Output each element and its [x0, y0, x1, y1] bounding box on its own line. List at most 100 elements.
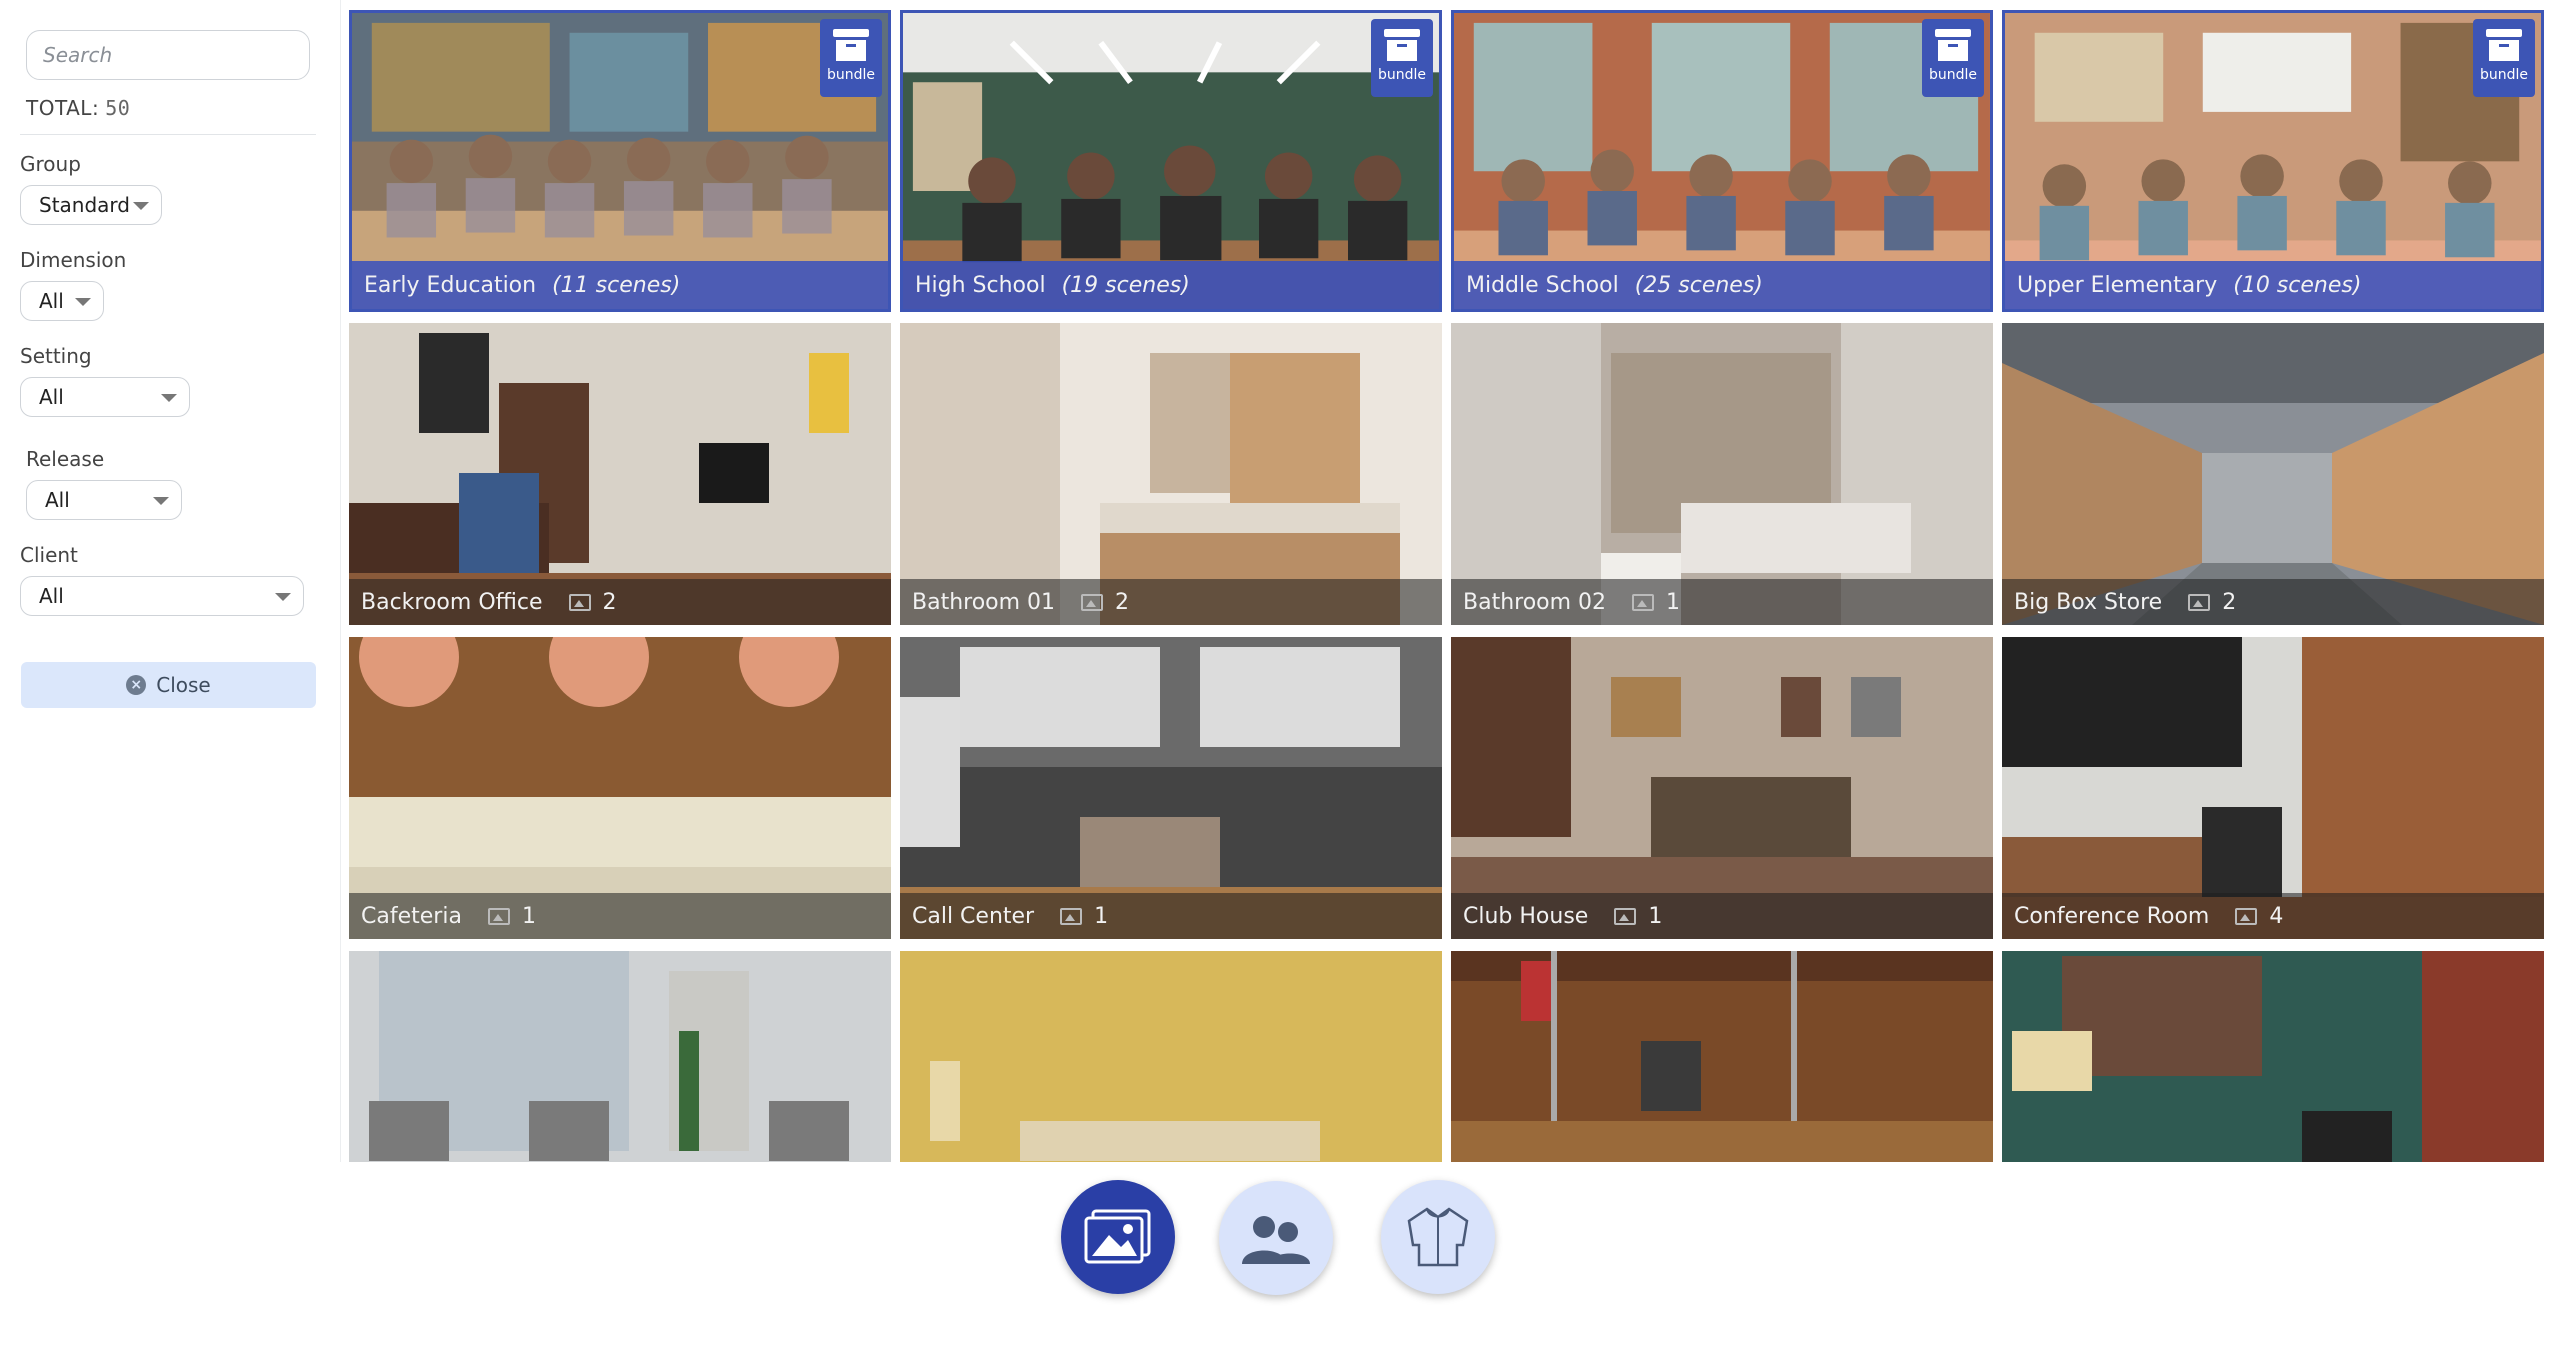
- close-icon: ×: [126, 675, 147, 695]
- close-button[interactable]: × Close: [21, 662, 316, 708]
- scene-tile-upper-elementary[interactable]: bundle Upper Elementary (10 scenes): [2002, 10, 2544, 312]
- setting-select[interactable]: All: [20, 377, 190, 417]
- total-count: TOTAL: 50: [26, 96, 130, 120]
- tile-title: Bathroom 02: [1463, 589, 1607, 615]
- image-count: 1: [521, 903, 536, 929]
- scene-tile-club-house[interactable]: Club House 1: [1451, 637, 1993, 939]
- image-count: 1: [1648, 903, 1663, 929]
- filter-sidebar: TOTAL:50 Group Standard Dimension All Se…: [0, 0, 340, 1345]
- scene-tile[interactable]: [900, 951, 1442, 1162]
- tile-caption: Club House 1: [1451, 893, 1993, 939]
- setting-select-value: All: [39, 385, 64, 409]
- tile-title: Club House: [1463, 903, 1589, 929]
- tile-caption: Bathroom 01 2: [900, 579, 1442, 625]
- search-input[interactable]: [26, 30, 310, 80]
- image-count: 1: [1666, 589, 1681, 615]
- tile-title: High School: [915, 272, 1046, 298]
- scene-thumbnail: [349, 951, 891, 1162]
- image-count: 2: [2222, 589, 2237, 615]
- image-icon: [1614, 907, 1637, 925]
- tile-caption: Cafeteria 1: [349, 893, 891, 939]
- tile-title: Upper Elementary: [2017, 272, 2218, 298]
- scene-tile[interactable]: [349, 951, 891, 1162]
- chevron-down-icon: [133, 202, 149, 210]
- dimension-select[interactable]: All: [20, 281, 104, 321]
- tile-caption: Big Box Store 2: [2002, 579, 2544, 625]
- scene-tile-bathroom-01[interactable]: Bathroom 01 2: [900, 323, 1442, 625]
- tile-title: Early Education: [364, 272, 537, 298]
- scene-tile-early-education[interactable]: bundle Early Education (11 scenes): [349, 10, 891, 312]
- bundle-badge: bundle: [2473, 19, 2535, 97]
- release-label: Release: [26, 447, 105, 471]
- tile-title: Big Box Store: [2014, 589, 2163, 615]
- scene-tile-bathroom-02[interactable]: Bathroom 02 1: [1451, 323, 1993, 625]
- archive-box-icon: [2486, 29, 2522, 61]
- scene-tile-cafeteria[interactable]: Cafeteria 1: [349, 637, 891, 939]
- scene-tile-conference-room[interactable]: Conference Room 4: [2002, 637, 2544, 939]
- image-icon: [2235, 907, 2258, 925]
- tile-title: Middle School: [1466, 272, 1619, 298]
- scene-tile[interactable]: [1451, 951, 1993, 1162]
- characters-icon: [1242, 1216, 1310, 1264]
- image-count: 1: [1094, 903, 1109, 929]
- scene-thumbnail: [900, 951, 1442, 1162]
- chevron-down-icon: [161, 394, 177, 402]
- close-button-label: Close: [156, 673, 211, 697]
- group-select-value: Standard: [39, 193, 130, 217]
- chevron-down-icon: [75, 298, 91, 306]
- divider: [20, 134, 316, 135]
- scene-count: (25 scenes): [1634, 272, 1763, 298]
- scene-tile-high-school[interactable]: bundle High School (19 scenes): [900, 10, 1442, 312]
- image-icon: [1081, 593, 1104, 611]
- release-select[interactable]: All: [26, 480, 182, 520]
- image-icon: [487, 907, 510, 925]
- image-icon: [1060, 907, 1083, 925]
- scene-count: (11 scenes): [552, 272, 681, 298]
- total-label: TOTAL:: [26, 96, 100, 120]
- image-icon: [568, 593, 591, 611]
- image-count: 2: [1115, 589, 1130, 615]
- characters-nav-button[interactable]: [1219, 1181, 1333, 1295]
- scene-thumbnail: [2002, 951, 2544, 1162]
- tile-title: Cafeteria: [361, 903, 462, 929]
- scene-count: (10 scenes): [2233, 272, 2362, 298]
- scene-tile-big-box-store[interactable]: Big Box Store 2: [2002, 323, 2544, 625]
- image-icon: [1632, 593, 1655, 611]
- chevron-down-icon: [153, 497, 169, 505]
- scenes-nav-button[interactable]: [1061, 1180, 1175, 1294]
- scene-tile-call-center[interactable]: Call Center 1: [900, 637, 1442, 939]
- bundle-label: bundle: [1928, 67, 1978, 83]
- image-icon: [2188, 593, 2211, 611]
- tile-caption: Bathroom 02 1: [1451, 579, 1993, 625]
- group-select[interactable]: Standard: [20, 185, 162, 225]
- tile-title: Backroom Office: [361, 589, 543, 615]
- release-select-value: All: [45, 488, 70, 512]
- tile-caption: Upper Elementary (10 scenes): [2005, 261, 2541, 309]
- scene-count: (19 scenes): [1061, 272, 1190, 298]
- outfits-nav-button[interactable]: [1381, 1180, 1495, 1294]
- setting-label: Setting: [20, 344, 92, 368]
- bundle-badge: bundle: [1371, 19, 1433, 97]
- tile-caption: Middle School (25 scenes): [1454, 261, 1990, 309]
- tile-caption: Conference Room 4: [2002, 893, 2544, 939]
- tile-title: Call Center: [912, 903, 1035, 929]
- scenes-icon: [1084, 1209, 1151, 1264]
- client-label: Client: [20, 543, 78, 567]
- dimension-label: Dimension: [20, 248, 127, 272]
- archive-box-icon: [833, 29, 869, 61]
- scene-grid: bundle Early Education (11 scenes) bundl…: [340, 0, 2559, 1162]
- archive-box-icon: [1384, 29, 1420, 61]
- bundle-label: bundle: [1377, 67, 1427, 83]
- total-value: 50: [105, 96, 131, 120]
- scene-tile-middle-school[interactable]: bundle Middle School (25 scenes): [1451, 10, 1993, 312]
- tile-caption: Backroom Office 2: [349, 579, 891, 625]
- bundle-label: bundle: [2479, 67, 2529, 83]
- client-select-value: All: [39, 584, 64, 608]
- bundle-badge: bundle: [820, 19, 882, 97]
- scene-tile[interactable]: [2002, 951, 2544, 1162]
- dimension-select-value: All: [39, 289, 64, 313]
- tile-title: Conference Room: [2014, 903, 2210, 929]
- bundle-badge: bundle: [1922, 19, 1984, 97]
- client-select[interactable]: All: [20, 576, 304, 616]
- scene-tile-backroom-office[interactable]: Backroom Office 2: [349, 323, 891, 625]
